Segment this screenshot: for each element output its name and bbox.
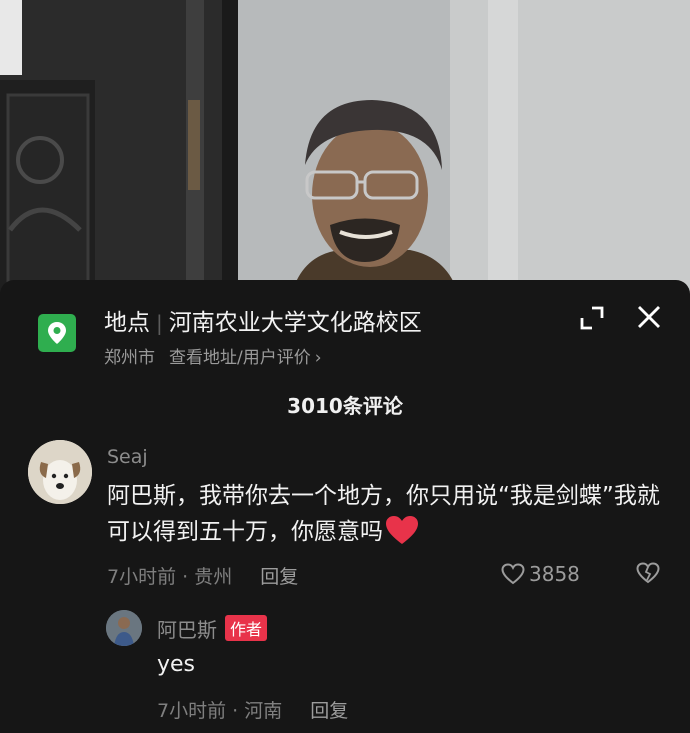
comment-body: 阿巴斯，我带你去一个地方，你只用说“我是剑蝶”我就可以得到五十万，你愿意吗	[107, 483, 660, 545]
reply-button[interactable]: 回复	[310, 700, 348, 722]
avatar[interactable]	[28, 440, 92, 504]
reply-button[interactable]: 回复	[260, 566, 298, 588]
location-subtitle[interactable]: 郑州市 查看地址/用户评价 ›	[104, 343, 322, 368]
dog-avatar-image	[28, 440, 92, 504]
location-title[interactable]: 地点 | 河南农业大学文化路校区	[104, 303, 422, 337]
reply-text: yes	[157, 652, 196, 677]
author-badge: 作者	[225, 615, 268, 641]
avatar[interactable]	[106, 610, 142, 646]
location-city: 郑州市	[104, 348, 155, 368]
location-link[interactable]: 查看地址/用户评价	[169, 348, 311, 368]
chevron-right-icon: ›	[314, 348, 322, 368]
like-button[interactable]: 3858	[501, 562, 580, 586]
heart-outline-icon	[501, 563, 525, 585]
expand-button[interactable]	[578, 304, 606, 332]
dislike-button[interactable]	[636, 562, 660, 588]
red-heart-icon	[385, 515, 419, 556]
video-image	[0, 0, 690, 300]
location-separator: |	[156, 311, 163, 335]
reply-username-text: 阿巴斯	[157, 618, 217, 642]
comment-username[interactable]: Seaj	[107, 446, 148, 468]
comments-sheet: 地点|河南农业大学文化路校区 郑州市查看地址/用户评价› 3010条评论	[0, 280, 690, 733]
comment-time-location: 7小时前 · 贵州	[107, 566, 233, 588]
user-avatar-image	[106, 610, 142, 646]
comment-count: 3010条评论	[287, 394, 403, 418]
like-count: 3858	[529, 562, 580, 586]
location-name: 河南农业大学文化路校区	[168, 310, 422, 336]
comment-text: 阿巴斯，我带你去一个地方，你只用说“我是剑蝶”我就可以得到五十万，你愿意吗	[107, 478, 667, 556]
reply-time-location: 7小时前 · 河南	[157, 700, 283, 722]
location-pin-icon	[38, 314, 76, 352]
close-icon	[638, 306, 660, 328]
broken-heart-icon	[636, 562, 660, 584]
comment-meta: 7小时前 · 贵州 回复	[107, 562, 298, 589]
reply-username[interactable]: 阿巴斯 作者	[157, 614, 268, 643]
reply-meta: 7小时前 · 河南 回复	[157, 696, 348, 723]
expand-icon	[580, 306, 604, 330]
close-button[interactable]	[634, 302, 664, 332]
location-label: 地点	[104, 310, 150, 336]
video-frame[interactable]	[0, 0, 690, 300]
